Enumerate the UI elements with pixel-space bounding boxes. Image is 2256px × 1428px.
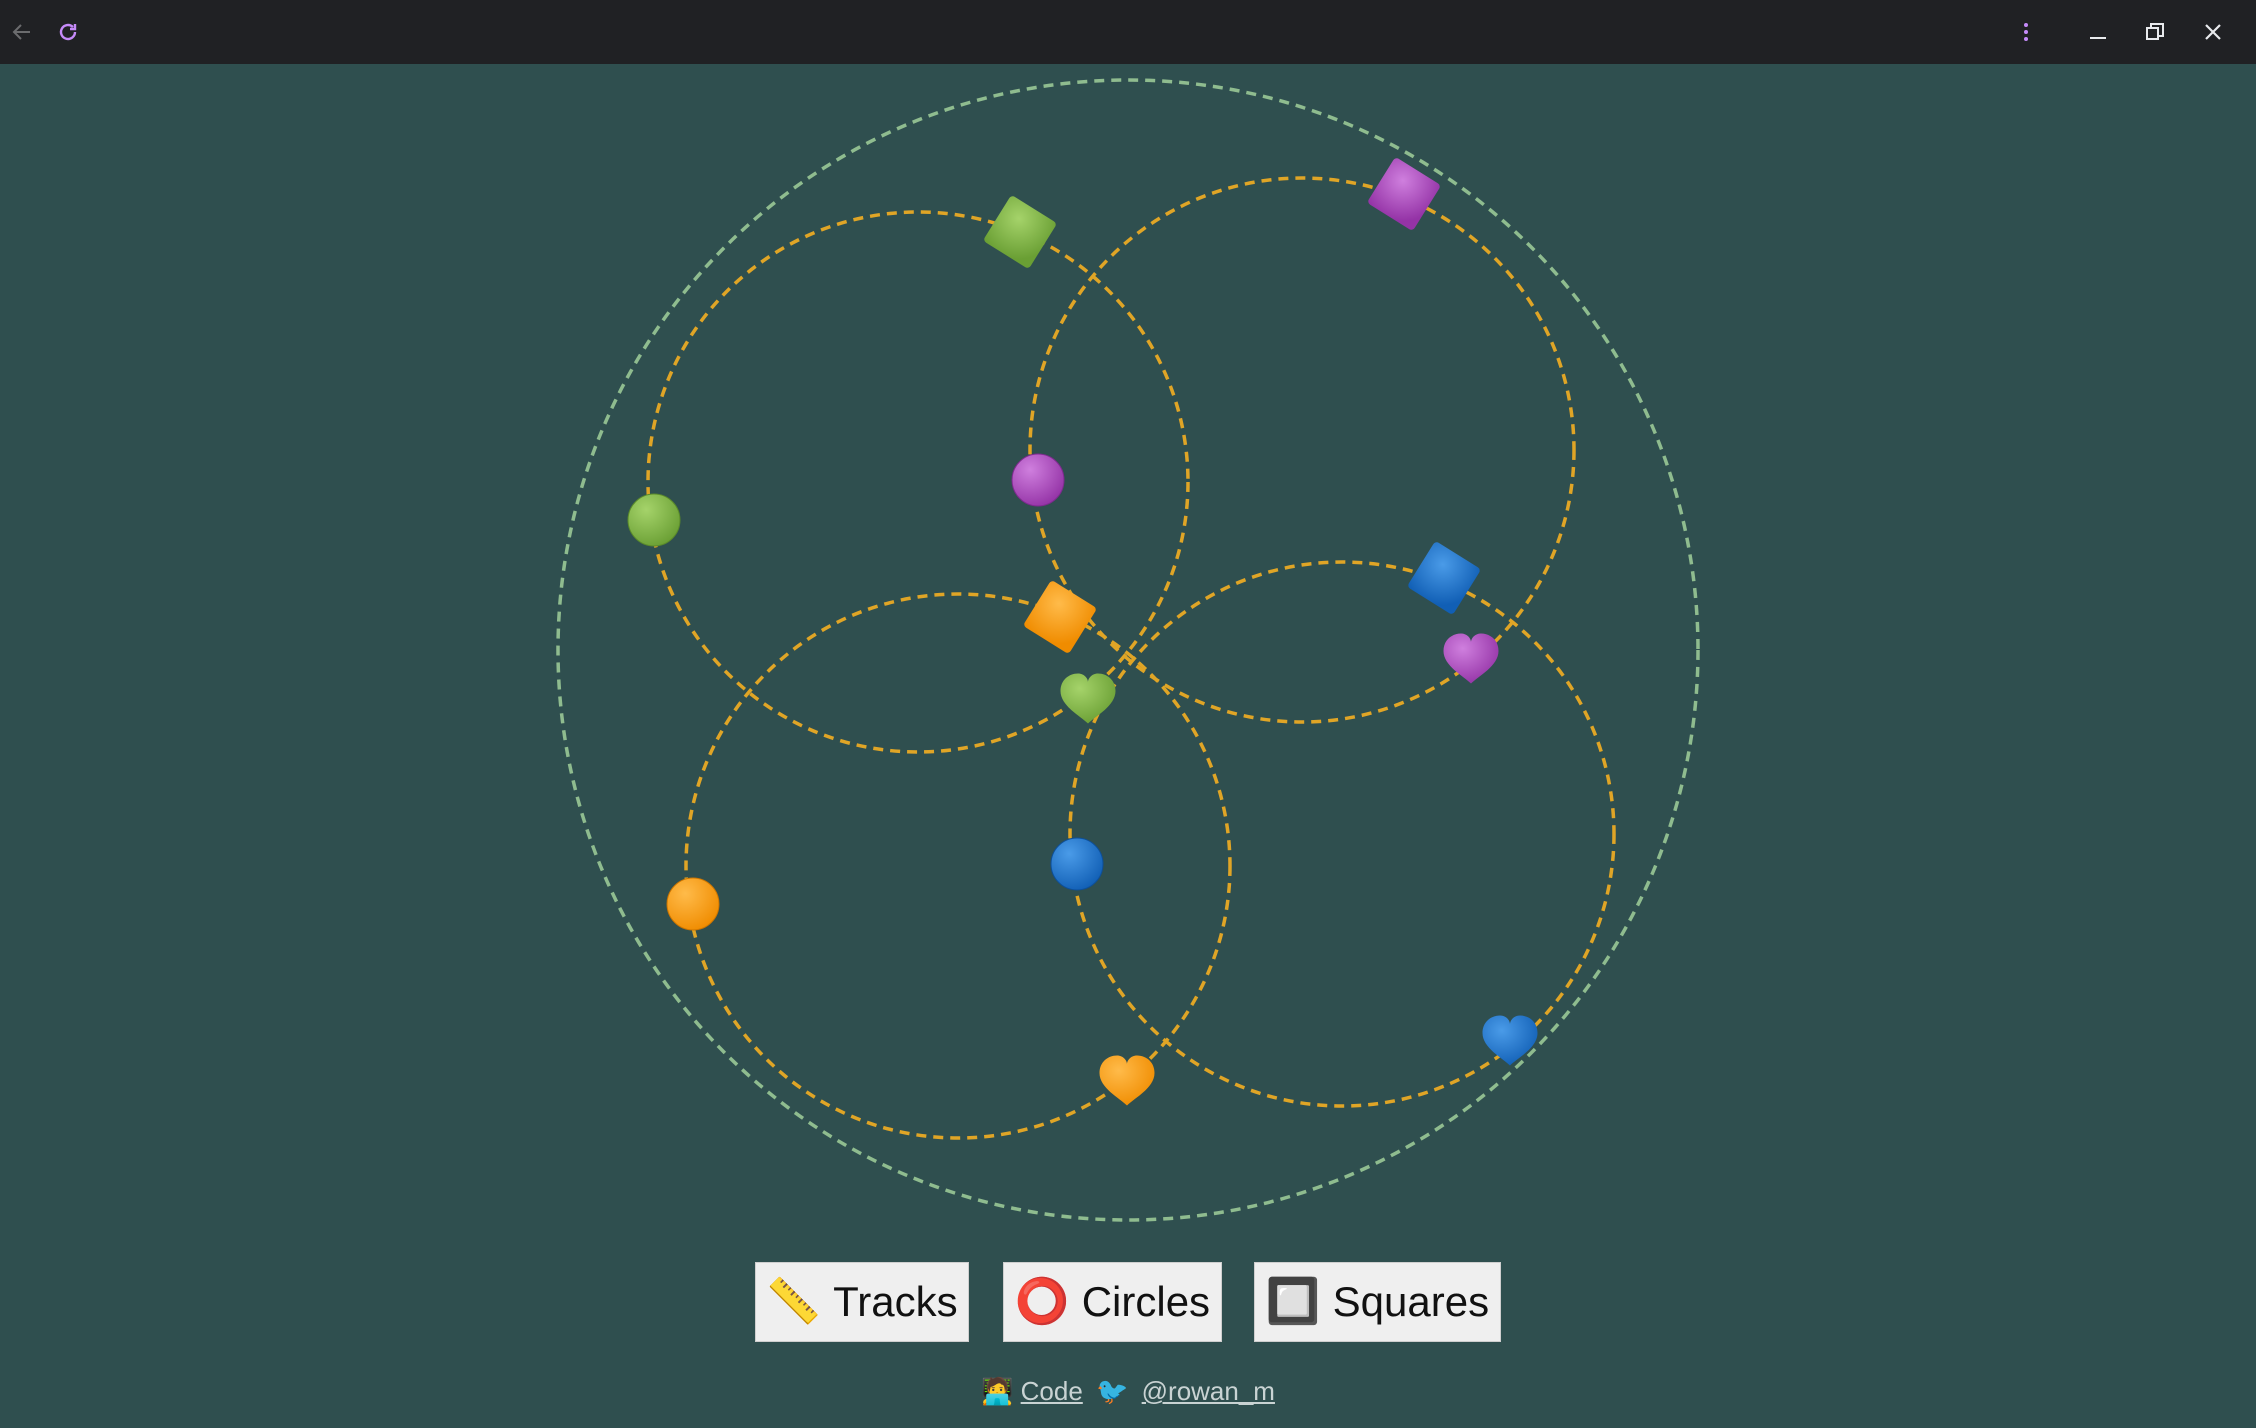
heart-purple (1443, 633, 1499, 684)
footer: 🧑‍💻 Code 🐦 @rowan_m (0, 1376, 2256, 1407)
tracks-button-label: Tracks (833, 1278, 958, 1325)
circles-button-label: Circles (1081, 1278, 1211, 1325)
squares-button-label: Squares (1332, 1278, 1490, 1325)
square-purple (1368, 158, 1440, 230)
restore-icon[interactable] (2135, 12, 2175, 52)
circle-blue (1050, 837, 1104, 891)
inner-track-top-left (646, 210, 1190, 754)
technologist-icon: 🧑‍💻 (981, 1376, 1014, 1406)
minimize-icon[interactable] (2078, 12, 2118, 52)
close-icon[interactable] (2193, 12, 2233, 52)
hollow-circle-icon: ⭕ (1014, 1277, 1070, 1326)
heart-blue (1482, 1015, 1538, 1066)
ruler-icon: 📏 (766, 1277, 822, 1326)
circle-purple (1011, 453, 1065, 507)
reload-icon[interactable] (48, 12, 88, 52)
kebab-menu-icon[interactable] (2006, 12, 2046, 52)
circle-orange (666, 877, 720, 931)
twitter-handle-link[interactable]: @rowan_m (1142, 1376, 1275, 1406)
square-orange (1024, 581, 1096, 653)
code-link[interactable]: Code (1021, 1376, 1083, 1406)
arrow-left-icon[interactable] (2, 12, 42, 52)
squares-button[interactable]: 🔲 Squares (1254, 1262, 1501, 1342)
animation-stage (0, 64, 2256, 1428)
tracks-button[interactable]: 📏 Tracks (755, 1262, 969, 1342)
square-blue (1408, 542, 1480, 614)
square-button-icon: 🔲 (1265, 1277, 1321, 1326)
browser-titlebar (0, 0, 2256, 64)
circles-button[interactable]: ⭕ Circles (1003, 1262, 1222, 1342)
heart-green (1060, 673, 1116, 724)
circle-green (627, 493, 681, 547)
inner-track-bottom-left (684, 592, 1232, 1140)
tracks-canvas (556, 78, 1700, 1222)
heart-orange (1099, 1055, 1155, 1106)
bird-icon: 🐦 (1096, 1376, 1129, 1406)
square-green (984, 196, 1056, 268)
